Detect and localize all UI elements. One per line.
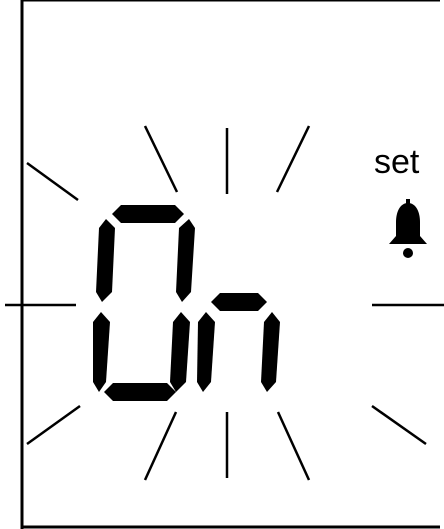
digit-o <box>93 205 195 401</box>
segment-e <box>197 312 215 392</box>
segment-d <box>104 383 176 401</box>
segment-b <box>176 219 195 302</box>
segment-c <box>170 312 190 392</box>
flash-ray <box>26 161 79 202</box>
flash-ray <box>143 411 178 481</box>
segment-f <box>96 219 115 302</box>
set-indicator-label: set <box>374 143 420 181</box>
bell-icon <box>389 199 427 258</box>
segment-c <box>261 312 280 392</box>
flash-ray <box>276 411 311 481</box>
segment-a <box>112 205 184 223</box>
lcd-graphic <box>5 0 444 529</box>
flash-ray <box>275 125 311 193</box>
flash-ray <box>143 125 179 193</box>
flash-ray <box>371 404 427 446</box>
segment-g <box>211 293 267 311</box>
flash-ray <box>26 404 81 446</box>
segment-e <box>93 312 110 392</box>
lcd-display: set <box>0 0 444 529</box>
digit-n <box>197 293 280 392</box>
lcd-frame <box>20 0 440 529</box>
